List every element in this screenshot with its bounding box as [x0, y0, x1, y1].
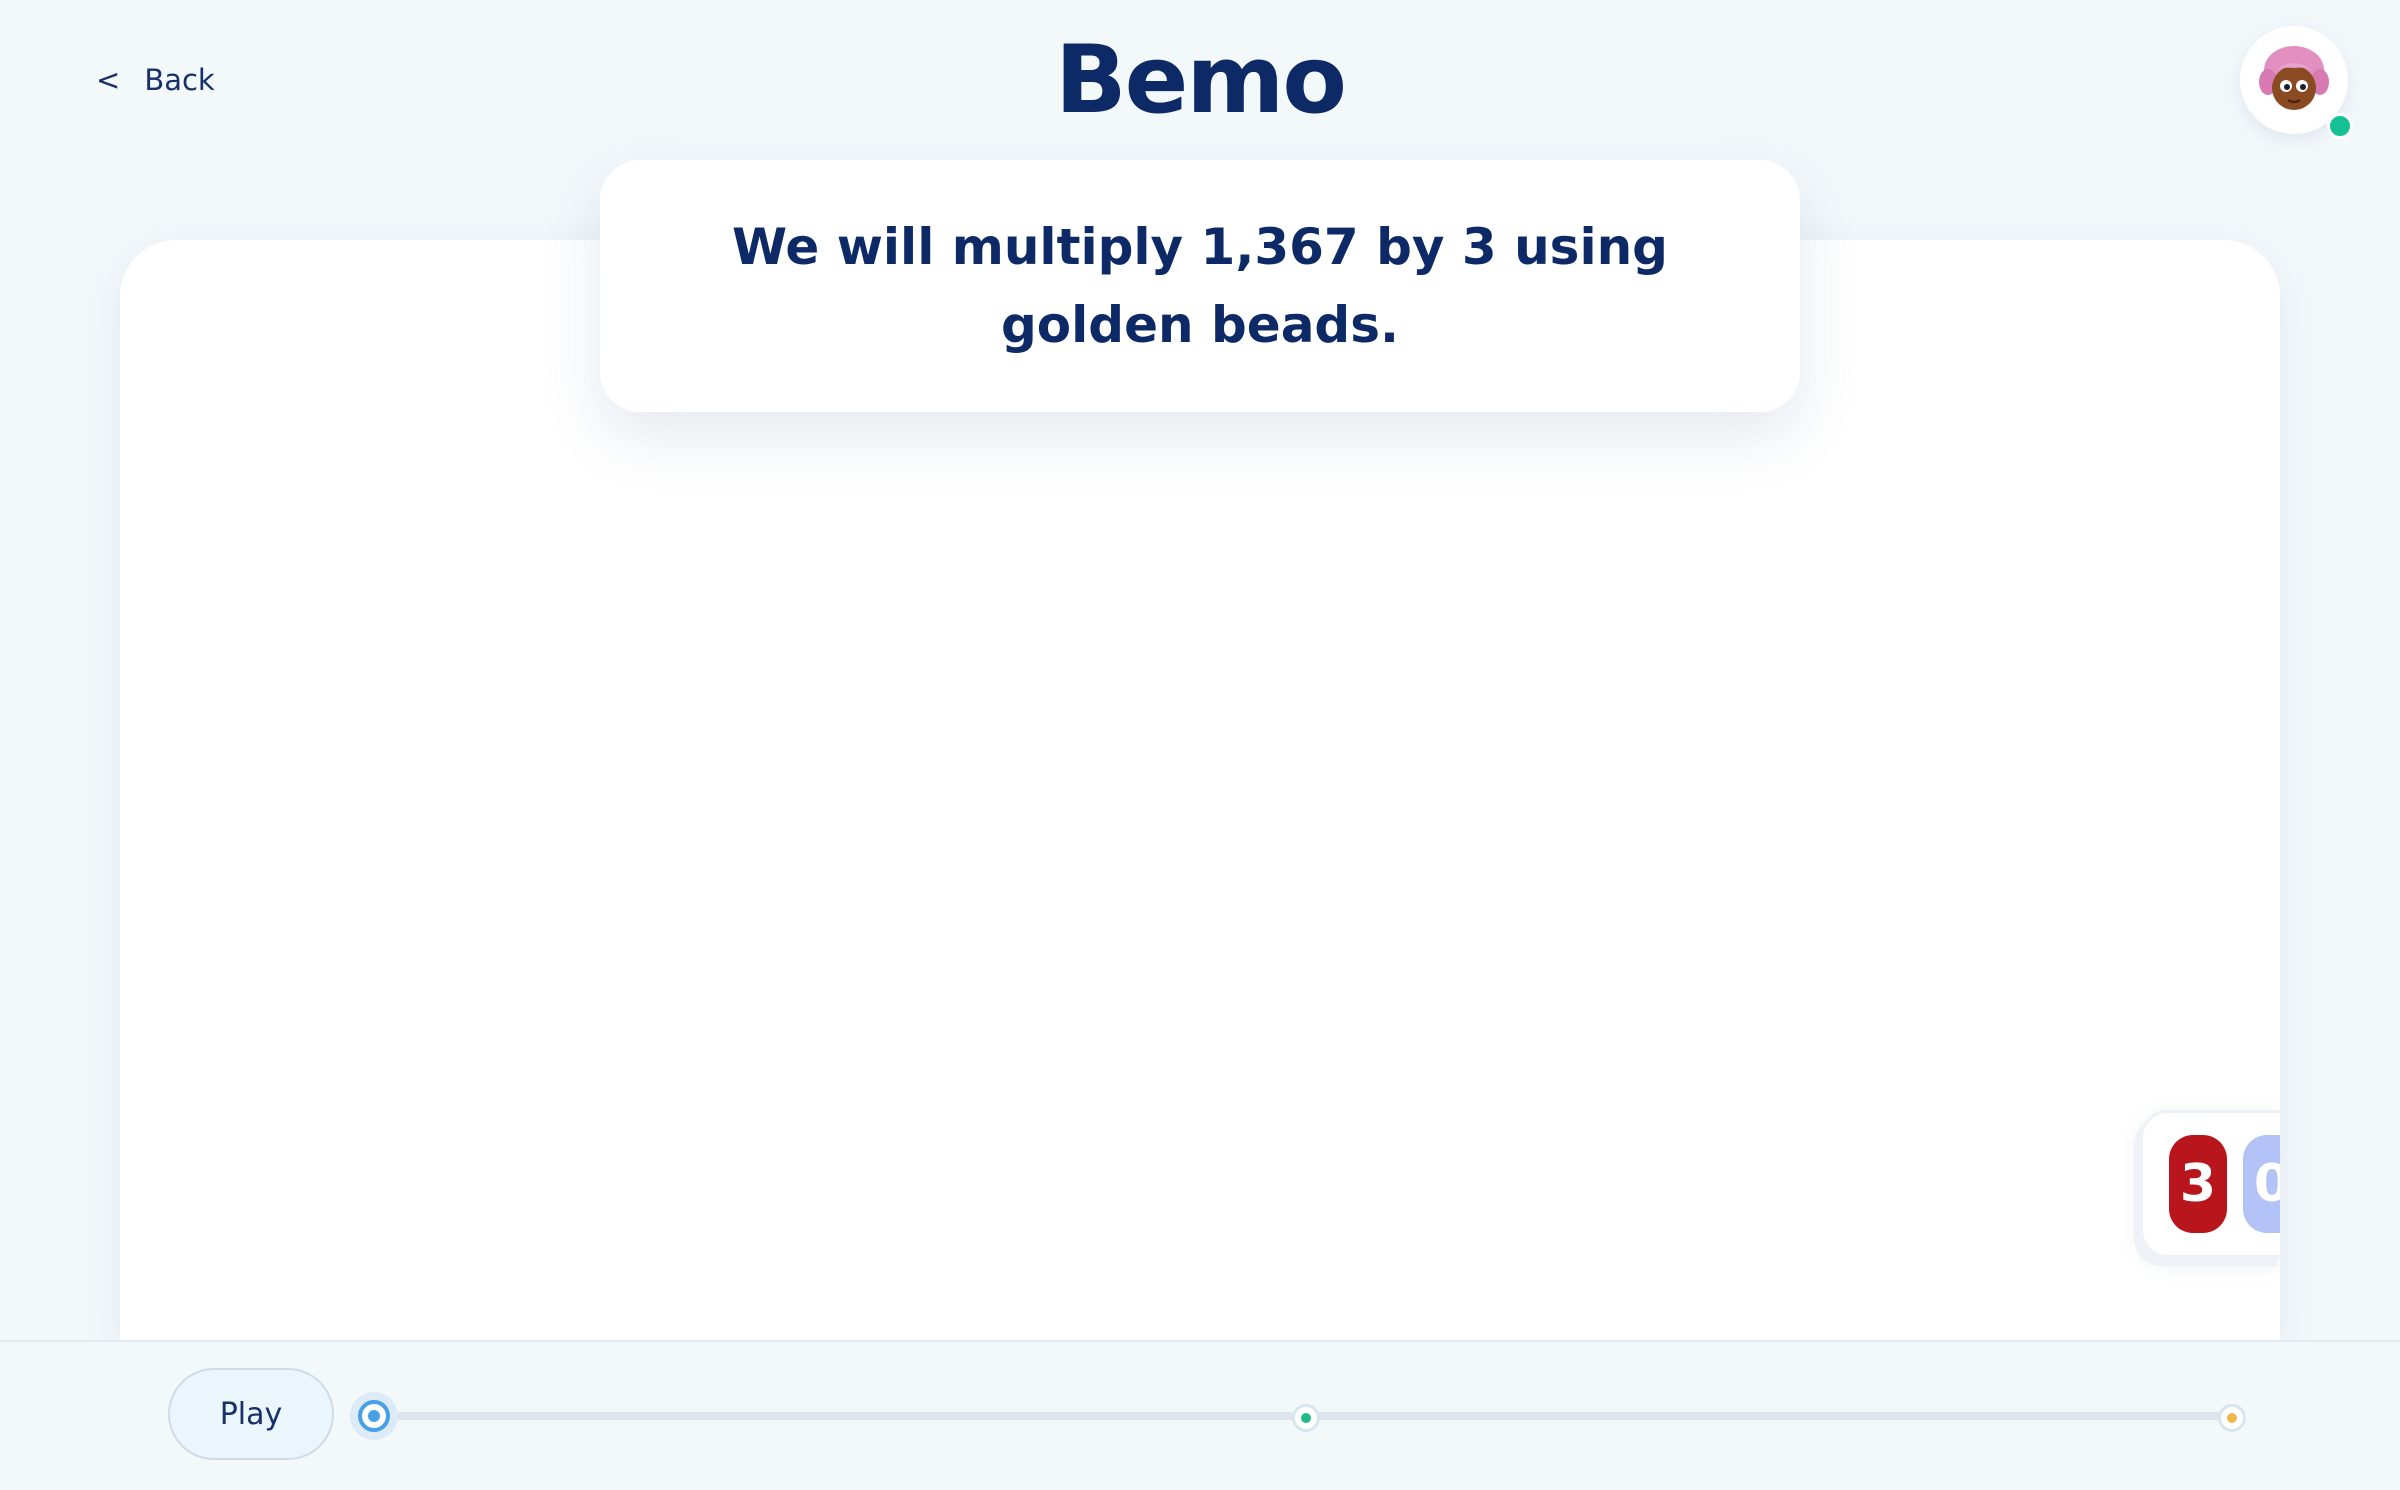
play-button[interactable]: Play	[168, 1368, 334, 1460]
app-title: Bemo	[1055, 26, 1347, 135]
timeline-marker-checkpoint[interactable]	[1292, 1404, 1320, 1432]
girl-avatar-icon	[2259, 46, 2329, 110]
number-tile-3[interactable]: 3	[2169, 1135, 2227, 1233]
user-avatar[interactable]	[2240, 26, 2353, 139]
instruction-card: We will multiply 1,367 by 3 using golden…	[600, 160, 1800, 412]
player-bar: Play	[0, 1340, 2400, 1490]
online-status-dot	[2327, 113, 2353, 139]
instruction-text: We will multiply 1,367 by 3 using golden…	[732, 218, 1668, 354]
number-tile-0[interactable]: 0	[2243, 1135, 2280, 1233]
timeline-marker-current[interactable]	[350, 1392, 398, 1440]
number-tray[interactable]: 3 0	[2140, 1110, 2280, 1258]
timeline-marker-end[interactable]	[2218, 1404, 2246, 1432]
